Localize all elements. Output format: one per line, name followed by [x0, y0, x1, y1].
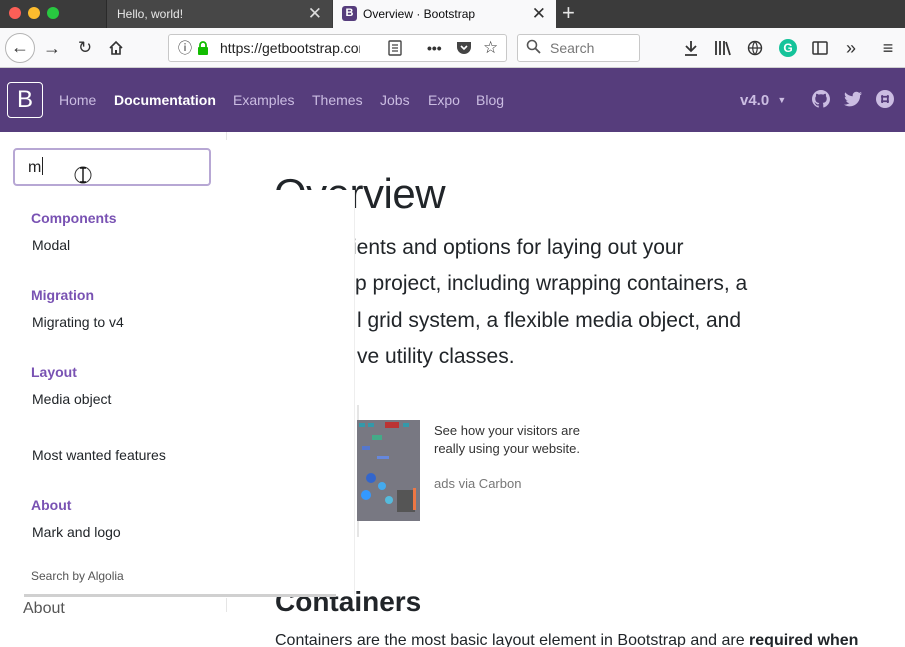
github-icon[interactable]: [812, 90, 830, 108]
bookmark-star-icon[interactable]: ☆: [483, 35, 498, 61]
dropdown-bottom-border: [24, 594, 336, 597]
paragraph-text: Containers are the most basic layout ele…: [275, 632, 750, 647]
url-text[interactable]: https://getbootstrap.com/docs/4.0/layout…: [220, 35, 360, 61]
tab-strip: Hello, world! ✕ B Overview · Bootstrap ✕…: [0, 0, 905, 28]
docs-search-input[interactable]: m: [13, 148, 211, 186]
new-tab-icon[interactable]: +: [562, 0, 575, 26]
reader-view-icon[interactable]: [388, 35, 402, 61]
text-caret: [42, 157, 44, 175]
lead-line: ve utility classes.: [357, 345, 515, 368]
tab-title: Hello, world!: [117, 7, 184, 21]
version-label: v4.0: [740, 92, 770, 109]
sidebar-icon: [812, 41, 828, 55]
text-cursor-icon: [74, 166, 92, 184]
ad-via-carbon[interactable]: ads via Carbon: [434, 476, 521, 491]
nav-documentation[interactable]: Documentation: [114, 68, 216, 132]
overflow-menu-button[interactable]: »: [840, 28, 862, 68]
minimize-window-button[interactable]: [28, 7, 40, 19]
nav-expo[interactable]: Expo: [428, 68, 460, 132]
sidebar-divider: [226, 598, 227, 612]
slack-icon[interactable]: [876, 90, 894, 108]
nav-home[interactable]: Home: [59, 68, 96, 132]
download-icon: [685, 40, 697, 56]
result-category: Components: [31, 210, 117, 226]
result-category: About: [31, 497, 72, 513]
library-icon: [715, 40, 731, 56]
tab-hello-world[interactable]: Hello, world! ✕: [106, 0, 332, 28]
sidebar-divider: [226, 132, 227, 140]
search-value: m: [28, 159, 42, 176]
forward-button[interactable]: →: [40, 28, 64, 68]
ad-image[interactable]: [357, 420, 420, 521]
page-actions-icon[interactable]: •••: [427, 35, 442, 61]
tab-overview-bootstrap[interactable]: B Overview · Bootstrap ✕: [333, 0, 556, 28]
close-tab-icon[interactable]: ✕: [308, 0, 322, 27]
browser-toolbar: ← → ↻ ⓘ https://getbootstrap.com/docs/4.…: [0, 28, 905, 68]
heatmap-screenshot-icon: [357, 420, 420, 521]
home-button[interactable]: [104, 28, 128, 68]
back-button[interactable]: ←: [5, 33, 35, 63]
close-tab-icon[interactable]: ✕: [532, 0, 546, 27]
twitter-icon[interactable]: [844, 90, 862, 108]
downloads-button[interactable]: [680, 28, 702, 68]
site-navbar: B Home Documentation Examples Themes Job…: [0, 68, 905, 132]
search-placeholder: Search: [550, 40, 595, 56]
search-result-migrating[interactable]: Migrating to v4: [32, 314, 124, 330]
chevron-down-icon: ▼: [777, 95, 787, 105]
lock-icon[interactable]: [197, 35, 209, 61]
search-result-media-object[interactable]: Media object: [32, 391, 111, 407]
lead-line: ients and options for laying out your: [352, 236, 684, 259]
globe-icon: [747, 40, 763, 55]
lead-line: p project, including wrapping containers…: [355, 272, 748, 295]
section-paragraph: Containers are the most basic layout ele…: [275, 632, 858, 647]
search-result-most-wanted[interactable]: Most wanted features: [32, 447, 166, 463]
nav-themes[interactable]: Themes: [312, 68, 363, 132]
translate-extension-button[interactable]: [744, 28, 766, 68]
sidebar-item-about[interactable]: About: [23, 600, 65, 618]
version-dropdown[interactable]: v4.0 ▼: [740, 68, 786, 133]
search-result-mark-logo[interactable]: Mark and logo: [32, 524, 121, 540]
home-icon: [109, 40, 123, 55]
search-icon: [526, 35, 541, 61]
url-bar[interactable]: ⓘ https://getbootstrap.com/docs/4.0/layo…: [168, 34, 507, 62]
result-category: Layout: [31, 364, 77, 380]
pocket-icon[interactable]: [456, 35, 472, 61]
ad-text[interactable]: See how your visitors are really using y…: [434, 422, 604, 458]
grammarly-icon[interactable]: G: [779, 39, 797, 57]
close-window-button[interactable]: [9, 7, 21, 19]
result-category: Migration: [31, 287, 94, 303]
library-button[interactable]: [712, 28, 734, 68]
bootstrap-logo[interactable]: B: [7, 82, 43, 118]
nav-jobs[interactable]: Jobs: [380, 68, 410, 132]
nav-blog[interactable]: Blog: [476, 68, 504, 132]
paragraph-bold: required when: [749, 632, 859, 647]
zoom-window-button[interactable]: [47, 7, 59, 19]
search-bar[interactable]: Search: [517, 34, 640, 62]
algolia-credit[interactable]: Search by Algolia: [31, 569, 124, 583]
nav-examples[interactable]: Examples: [233, 68, 294, 132]
tab-title: Overview · Bootstrap: [363, 7, 476, 21]
info-icon[interactable]: ⓘ: [178, 35, 192, 61]
lead-line: l grid system, a flexible media object, …: [357, 309, 742, 332]
hamburger-menu-icon[interactable]: ≡: [877, 28, 899, 68]
sidebar-button[interactable]: [809, 28, 831, 68]
bootstrap-favicon-icon: B: [342, 6, 357, 21]
search-result-modal[interactable]: Modal: [32, 237, 70, 253]
reload-button[interactable]: ↻: [73, 28, 97, 68]
search-results-dropdown: Components Modal Migration Migrating to …: [0, 190, 355, 596]
